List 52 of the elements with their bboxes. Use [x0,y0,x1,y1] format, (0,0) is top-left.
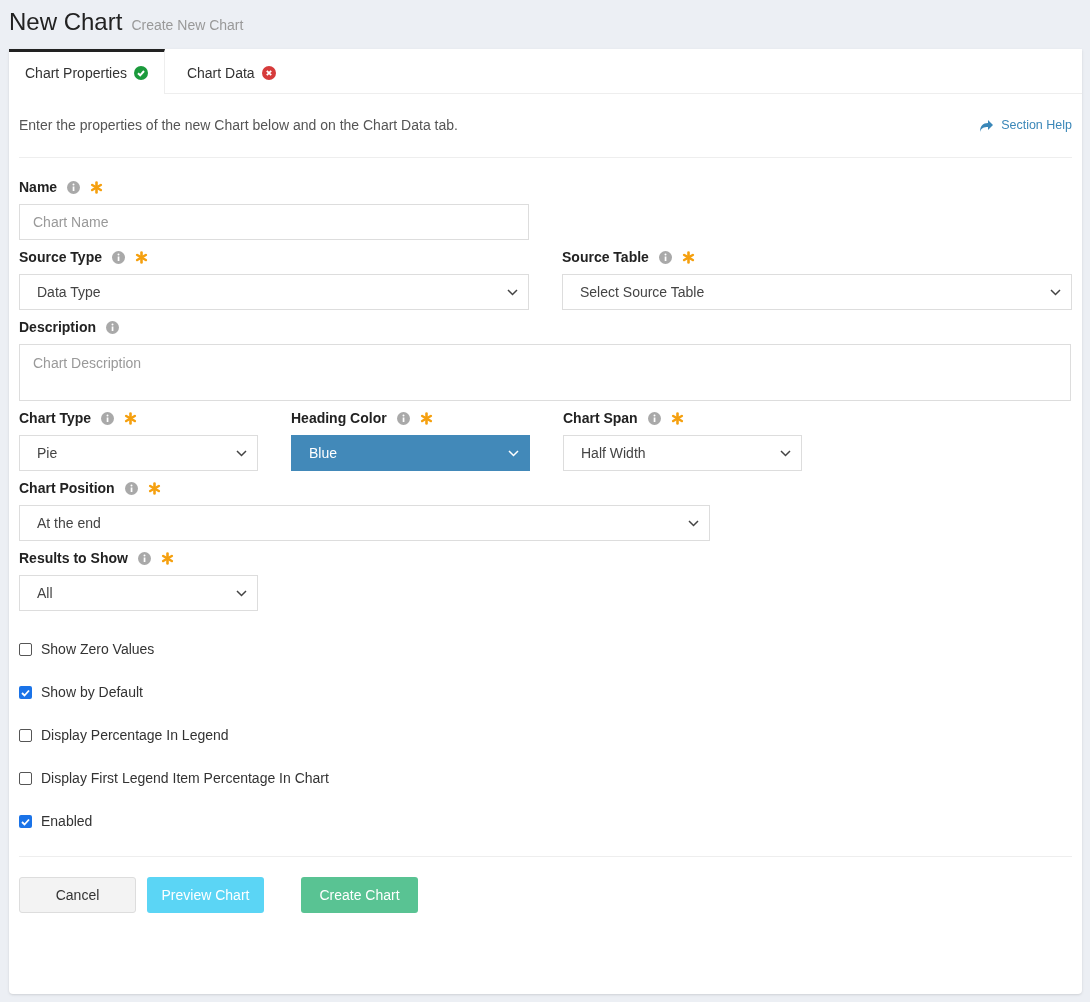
checkbox-label: Display First Legend Item Percentage In Chart [41,769,329,788]
checkbox-label: Show Zero Values [41,640,155,659]
section-help-link[interactable]: Section Help [979,116,1072,135]
field-label: Source Table [562,247,649,267]
info-icon [658,250,672,264]
select-dropdown[interactable]: Data Type [19,274,529,310]
text-field[interactable]: Chart Name [19,204,529,240]
checkbox[interactable] [19,643,32,656]
select-dropdown[interactable]: At the end [19,505,710,541]
tab[interactable]: Chart Data [164,49,298,94]
caret-icon [1050,288,1061,296]
field-label: Chart Type [19,408,92,428]
select-dropdown[interactable]: Select Source Table [562,274,1072,310]
caret-icon [508,449,519,457]
page-title: New Chart [9,7,123,37]
info-icon [124,481,138,495]
field-label: Heading Color [291,408,387,428]
checkbox[interactable] [19,729,32,742]
select-dropdown[interactable]: Blue [291,435,530,471]
field-label: Chart Span [563,408,638,428]
field-label: Name [19,177,58,197]
info-icon [106,320,119,334]
checkbox[interactable] [19,772,32,785]
checkbox-label: Display Percentage In Legend [41,726,229,745]
caret-icon [236,589,247,597]
intro-text: Enter the properties of the new Chart below and on the Chart Data tab. [19,116,458,135]
field-label: Results to Show [19,548,128,568]
textarea-field[interactable]: Chart Description [19,344,1071,401]
select-dropdown[interactable]: All [19,575,258,611]
caret-icon [688,519,699,527]
cancel-button[interactable]: Cancel [19,877,136,913]
share-arrow-icon [979,119,994,132]
info-icon [112,250,125,264]
caret-icon [780,449,791,457]
checkbox-label: Enabled [41,812,93,831]
select-dropdown[interactable]: Half Width [563,435,802,471]
info-icon [67,180,81,194]
info-icon [396,411,410,425]
info-icon [137,551,151,565]
field-label: Chart Position [19,478,115,498]
tab[interactable]: Chart Properties [9,49,165,94]
caret-icon [507,288,518,296]
field-label: Source Type [19,247,102,267]
select-dropdown[interactable]: Pie [19,435,258,471]
checkbox-label: Show by Default [41,683,143,702]
page-subtitle: Create New Chart [131,16,244,35]
info-icon [101,411,115,425]
info-icon [647,411,661,425]
checkbox[interactable] [19,815,32,828]
field-label: Description [19,317,96,337]
checkbox[interactable] [19,686,32,699]
caret-icon [236,449,247,457]
